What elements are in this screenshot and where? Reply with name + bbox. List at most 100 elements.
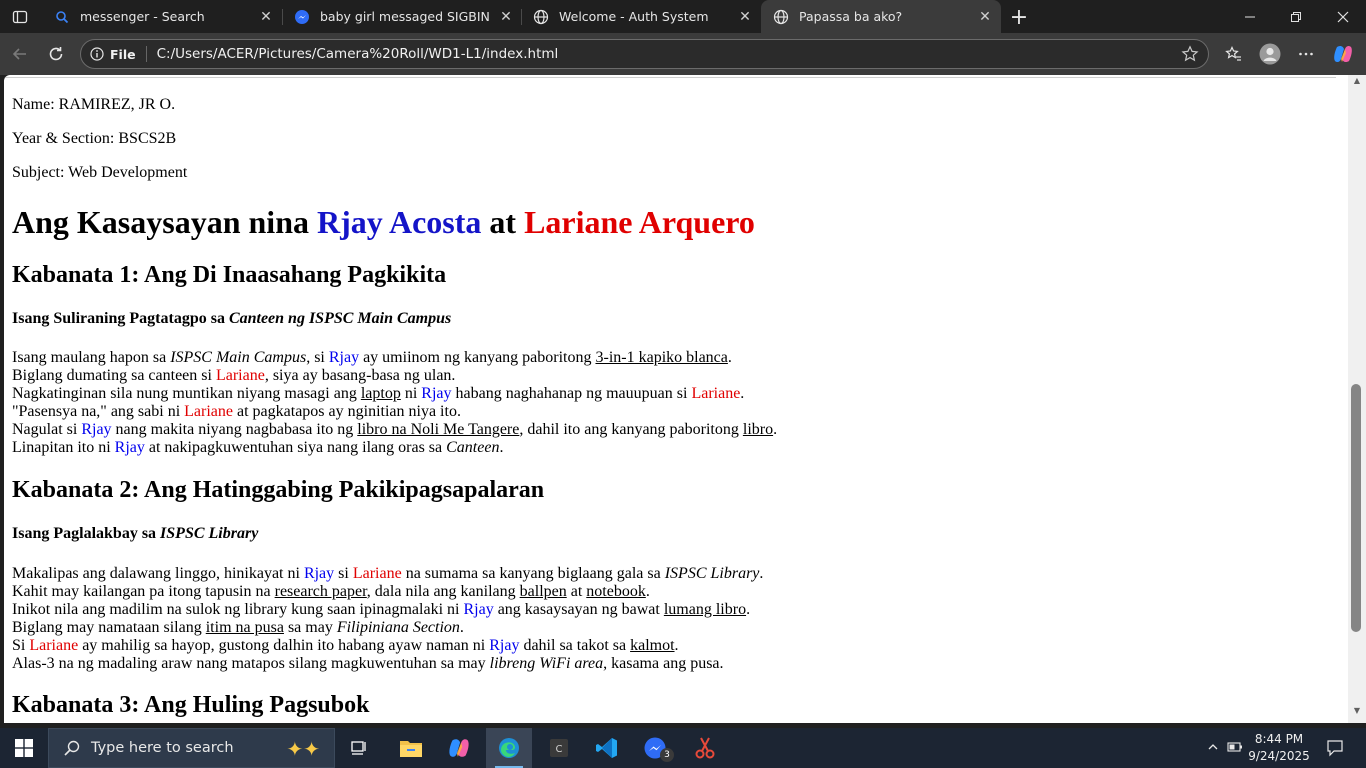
subheading-text: Isang Suliraning Pagtatagpo sa bbox=[12, 310, 229, 327]
tab-actions-icon bbox=[12, 10, 28, 24]
text: . bbox=[645, 583, 650, 600]
chapter-2-paragraph: Makalipas ang dalawang linggo, hinikayat… bbox=[12, 565, 763, 673]
horizontal-rule bbox=[4, 77, 1336, 78]
settings-menu-button[interactable] bbox=[1292, 40, 1320, 68]
refresh-button[interactable] bbox=[42, 40, 70, 68]
copilot-icon bbox=[1334, 45, 1352, 63]
paragraph-line: Biglang may namataan silang itim na pusa… bbox=[12, 619, 763, 637]
tab-title: Papassa ba ako? bbox=[799, 9, 903, 24]
close-tab-icon[interactable]: ✕ bbox=[254, 5, 278, 29]
page-viewport: Name: RAMIREZ, JR O. Year & Section: BSC… bbox=[4, 75, 1348, 723]
copilot-button[interactable] bbox=[1329, 40, 1357, 68]
favorites-icon bbox=[1225, 46, 1241, 61]
emphasis: ISPSC Main Campus bbox=[170, 349, 307, 366]
scroll-down-arrow-icon[interactable]: ▼ bbox=[1351, 706, 1363, 718]
copilot-icon bbox=[449, 739, 469, 757]
tab-auth-system[interactable]: Welcome - Auth System ✕ bbox=[521, 0, 761, 33]
info-icon[interactable] bbox=[90, 47, 104, 61]
name-rjay: Rjay bbox=[328, 349, 360, 366]
text: at bbox=[566, 583, 587, 600]
underlined-text: libro bbox=[742, 421, 774, 438]
subheading-italic: ISPSC Library bbox=[160, 525, 259, 542]
text: . bbox=[759, 565, 764, 582]
task-view-button[interactable] bbox=[336, 728, 382, 768]
snipping-tool-button[interactable] bbox=[682, 728, 728, 768]
paragraph-line: Nagkatinginan sila nung muntikan niyang … bbox=[12, 385, 777, 403]
tab-messenger-chat[interactable]: baby girl messaged SIGBIN ✕ bbox=[282, 0, 522, 33]
chevron-up-icon[interactable] bbox=[1202, 741, 1224, 756]
name-lariane: Lariane bbox=[352, 565, 402, 582]
text: . bbox=[674, 637, 679, 654]
address-bar[interactable]: File C:/Users/ACER/Pictures/Camera%20Rol… bbox=[80, 39, 1209, 69]
messenger-app-button[interactable]: 3 bbox=[632, 728, 678, 768]
scroll-up-arrow-icon[interactable]: ▲ bbox=[1351, 76, 1363, 88]
start-button[interactable] bbox=[0, 728, 48, 768]
new-tab-button[interactable]: + bbox=[1006, 4, 1032, 30]
name-lariane: Lariane bbox=[29, 637, 79, 654]
vscode-button[interactable] bbox=[584, 728, 630, 768]
text: Isang maulang hapon sa bbox=[12, 349, 171, 366]
close-tab-icon[interactable]: ✕ bbox=[733, 5, 757, 29]
name-lariane: Lariane bbox=[184, 403, 233, 420]
text: Si bbox=[12, 637, 30, 654]
profile-button[interactable] bbox=[1256, 40, 1284, 68]
paragraph-line: Si Lariane ay mahilig sa hayop, gustong … bbox=[12, 637, 763, 655]
text: . bbox=[746, 601, 751, 618]
url-text[interactable]: C:/Users/ACER/Pictures/Camera%20Roll/WD1… bbox=[157, 46, 1176, 62]
taskbar-search-box[interactable]: Type here to search ✦✦ bbox=[48, 728, 335, 768]
clock[interactable]: 8:44 PM 9/24/2025 bbox=[1244, 731, 1314, 765]
paragraph-line: Alas-3 na ng madaling araw nang matapos … bbox=[12, 655, 763, 673]
emphasis: ISPSC Library bbox=[664, 565, 760, 582]
more-options-icon bbox=[1299, 52, 1313, 56]
c-app-button[interactable]: C bbox=[536, 728, 582, 768]
chapter-2-subheading: Isang Paglalakbay sa ISPSC Library bbox=[12, 525, 258, 543]
file-explorer-button[interactable] bbox=[388, 728, 434, 768]
svg-text:C: C bbox=[556, 744, 563, 755]
close-window-button[interactable] bbox=[1320, 0, 1366, 33]
minimize-button[interactable] bbox=[1227, 0, 1273, 33]
text: . bbox=[740, 385, 745, 402]
system-tray bbox=[1202, 728, 1246, 768]
tab-title: Welcome - Auth System bbox=[559, 9, 709, 24]
copilot-app-button[interactable] bbox=[436, 728, 482, 768]
back-button[interactable] bbox=[6, 40, 34, 68]
text: Makalipas ang dalawang linggo, hinikayat… bbox=[12, 565, 304, 582]
text: , si bbox=[306, 349, 329, 366]
subject: Subject: Web Development bbox=[12, 164, 188, 181]
tab-strip: messenger - Search ✕ baby girl messaged … bbox=[0, 0, 1366, 33]
underlined-text: kalmot bbox=[630, 637, 675, 654]
text: Linapitan ito ni bbox=[12, 439, 115, 456]
tab-actions-button[interactable] bbox=[6, 4, 34, 30]
favorites-button[interactable] bbox=[1220, 40, 1248, 68]
close-tab-icon[interactable]: ✕ bbox=[973, 5, 997, 29]
underlined-text: lumang libro bbox=[663, 601, 747, 618]
text: ay umiinom ng kanyang paboritong bbox=[359, 349, 596, 366]
title-prefix: Ang Kasaysayan nina bbox=[12, 204, 317, 240]
text: Biglang dumating sa canteen si bbox=[12, 367, 216, 384]
subheading-italic: Canteen ng ISPSC Main Campus bbox=[228, 310, 452, 327]
c-app-icon: C bbox=[550, 739, 568, 757]
text: Alas-3 na ng madaling araw nang matapos … bbox=[12, 655, 490, 672]
restore-button[interactable] bbox=[1273, 0, 1319, 33]
text: . bbox=[773, 421, 778, 438]
name-rjay: Rjay bbox=[489, 637, 520, 654]
sparkle-icon[interactable]: ✦✦ bbox=[286, 737, 320, 761]
text: ang kasaysayan ng bawat bbox=[493, 601, 664, 618]
browser-toolbar: File C:/Users/ACER/Pictures/Camera%20Rol… bbox=[0, 33, 1366, 75]
paragraph-line: Isang maulang hapon sa ISPSC Main Campus… bbox=[12, 349, 777, 367]
page-title: Ang Kasaysayan nina Rjay Acosta at Laria… bbox=[12, 203, 755, 241]
scheme-label: File bbox=[110, 46, 136, 62]
edge-button[interactable] bbox=[486, 728, 532, 768]
scrollbar-thumb[interactable] bbox=[1351, 384, 1361, 632]
text: , dala nila ang kanilang bbox=[366, 583, 520, 600]
tab-papassa-active[interactable]: Papassa ba ako? ✕ bbox=[761, 0, 1001, 33]
favorite-star-icon[interactable] bbox=[1176, 40, 1204, 68]
text: ni bbox=[400, 385, 422, 402]
tab-messenger-search[interactable]: messenger - Search ✕ bbox=[42, 0, 282, 33]
close-tab-icon[interactable]: ✕ bbox=[494, 5, 518, 29]
text: Nagkatinginan sila nung muntikan niyang … bbox=[12, 385, 361, 402]
notifications-button[interactable] bbox=[1320, 728, 1350, 768]
search-icon bbox=[54, 9, 70, 25]
name-rjay: Rjay bbox=[114, 439, 145, 456]
battery-icon[interactable] bbox=[1224, 741, 1246, 756]
